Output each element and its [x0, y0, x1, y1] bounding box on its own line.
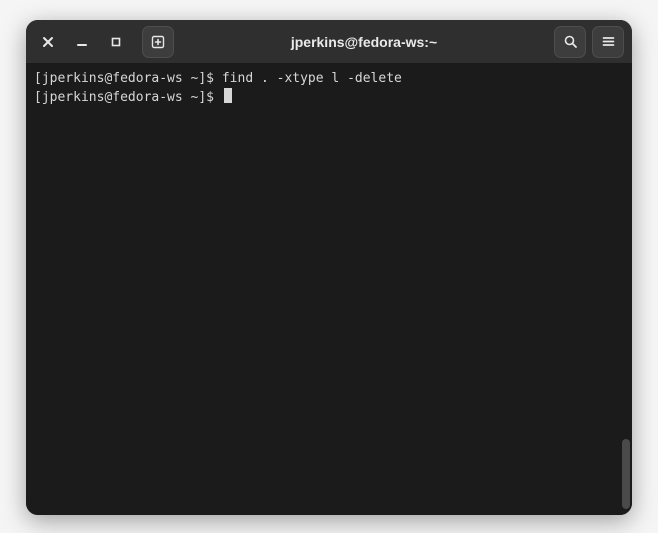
close-button[interactable] — [34, 28, 62, 56]
minimize-icon — [76, 36, 88, 48]
shell-command: find . -xtype l -delete — [222, 71, 402, 86]
scrollbar-track[interactable] — [620, 64, 630, 515]
window-title: jperkins@fedora-ws:~ — [180, 34, 548, 50]
terminal-window: jperkins@fedora-ws:~ [jperkins@fedora-ws… — [26, 20, 632, 515]
new-tab-button[interactable] — [142, 26, 174, 58]
terminal-content[interactable]: [jperkins@fedora-ws ~]$ find . -xtype l … — [26, 64, 632, 515]
titlebar: jperkins@fedora-ws:~ — [26, 20, 632, 64]
maximize-icon — [110, 36, 122, 48]
terminal-line: [jperkins@fedora-ws ~]$ — [34, 88, 624, 107]
search-button[interactable] — [554, 26, 586, 58]
minimize-button[interactable] — [68, 28, 96, 56]
close-icon — [42, 36, 54, 48]
terminal-line: [jperkins@fedora-ws ~]$ find . -xtype l … — [34, 70, 624, 88]
menu-button[interactable] — [592, 26, 624, 58]
search-icon — [563, 34, 578, 49]
hamburger-icon — [601, 34, 616, 49]
shell-prompt: [jperkins@fedora-ws ~]$ — [34, 90, 222, 105]
new-tab-icon — [150, 34, 166, 50]
cursor — [224, 88, 232, 103]
maximize-button[interactable] — [102, 28, 130, 56]
terminal-area[interactable]: [jperkins@fedora-ws ~]$ find . -xtype l … — [26, 64, 632, 515]
shell-prompt: [jperkins@fedora-ws ~]$ — [34, 71, 222, 86]
scrollbar-thumb[interactable] — [622, 439, 630, 509]
